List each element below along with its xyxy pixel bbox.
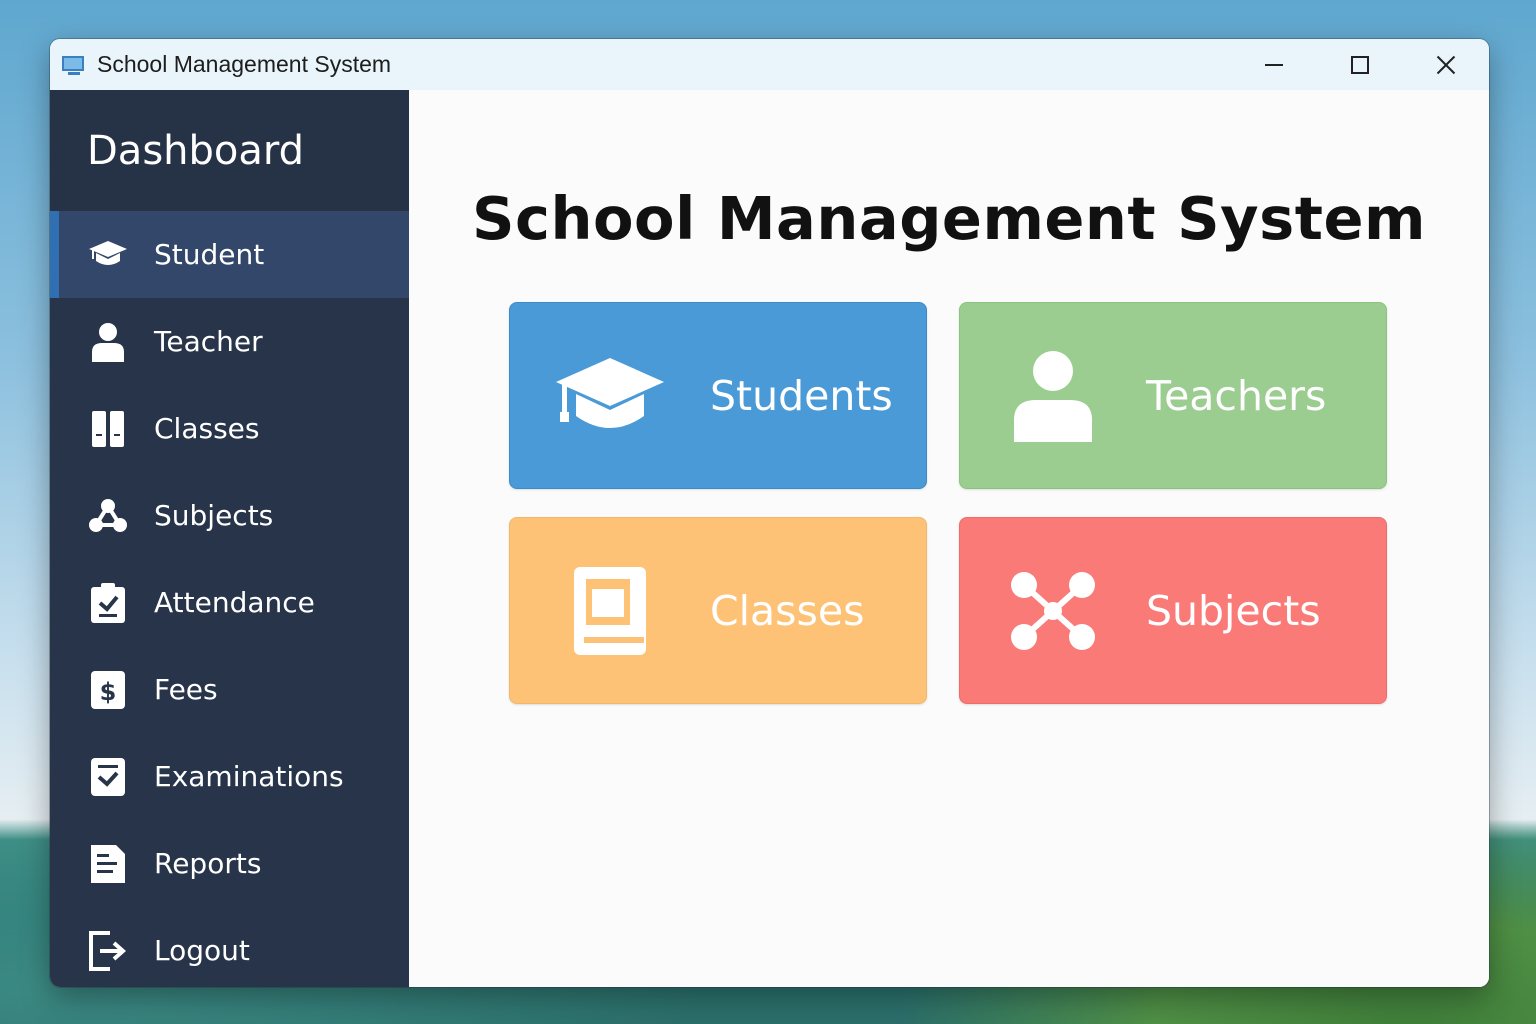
app-icon [62,54,86,76]
sidebar-item-label: Classes [154,412,260,445]
main-content: School Management System Students Teache… [409,90,1489,987]
teachers-card-label: Teachers [1146,371,1327,420]
students-card-label: Students [710,371,893,420]
dollar-icon: $ [88,670,128,710]
maximize-icon [1351,55,1369,74]
books-icon [88,409,128,449]
svg-text:$: $ [100,678,117,706]
report-icon [88,844,128,884]
teachers-card[interactable]: Teachers [959,302,1387,489]
sidebar-item-label: Teacher [154,325,263,358]
app-window: School Management System Dashboard Stude… [50,39,1489,987]
maximize-button[interactable] [1317,39,1403,90]
minimize-button[interactable] [1231,39,1317,90]
minimize-icon [1265,63,1283,66]
title-bar[interactable]: School Management System [50,39,1489,90]
sidebar-item-examinations[interactable]: Examinations [50,733,409,820]
subjects-card[interactable]: Subjects [959,517,1387,704]
clipboard-check-icon [88,582,128,623]
sidebar-item-label: Subjects [154,499,274,532]
sidebar-item-subjects[interactable]: Subjects [50,472,409,559]
sidebar-item-classes[interactable]: Classes [50,385,409,472]
classes-card-label: Classes [710,586,865,635]
sidebar-item-label: Fees [154,673,218,706]
close-icon [1436,55,1456,75]
sidebar-item-label: Logout [154,934,250,967]
sidebar-item-teacher[interactable]: Teacher [50,298,409,385]
sidebar-item-logout[interactable]: Logout [50,907,409,987]
window-controls [1231,39,1489,90]
sidebar-item-label: Reports [154,847,262,880]
checklist-icon [88,757,128,797]
book-icon [510,565,710,657]
person-icon [960,350,1146,442]
sidebar-item-fees[interactable]: $ Fees [50,646,409,733]
person-icon [88,322,128,362]
classes-card[interactable]: Classes [509,517,927,704]
network-icon [960,571,1146,651]
sidebar-item-attendance[interactable]: Attendance [50,559,409,646]
sidebar-item-label: Attendance [154,586,315,619]
students-card[interactable]: Students [509,302,927,489]
sidebar-item-student[interactable]: Student [50,211,409,298]
network-icon [88,496,128,536]
window-title: School Management System [97,51,392,77]
sidebar-item-reports[interactable]: Reports [50,820,409,907]
sidebar-item-label: Student [154,238,265,271]
subjects-card-label: Subjects [1146,586,1321,635]
close-button[interactable] [1403,39,1489,90]
logout-icon [88,930,128,971]
graduation-cap-icon [510,356,710,436]
sidebar: Dashboard Student Teacher Classes Subjec… [50,90,409,987]
page-title: School Management System [472,184,1426,253]
sidebar-header: Dashboard [50,90,409,211]
sidebar-item-label: Examinations [154,760,344,793]
graduation-cap-icon [88,235,128,275]
